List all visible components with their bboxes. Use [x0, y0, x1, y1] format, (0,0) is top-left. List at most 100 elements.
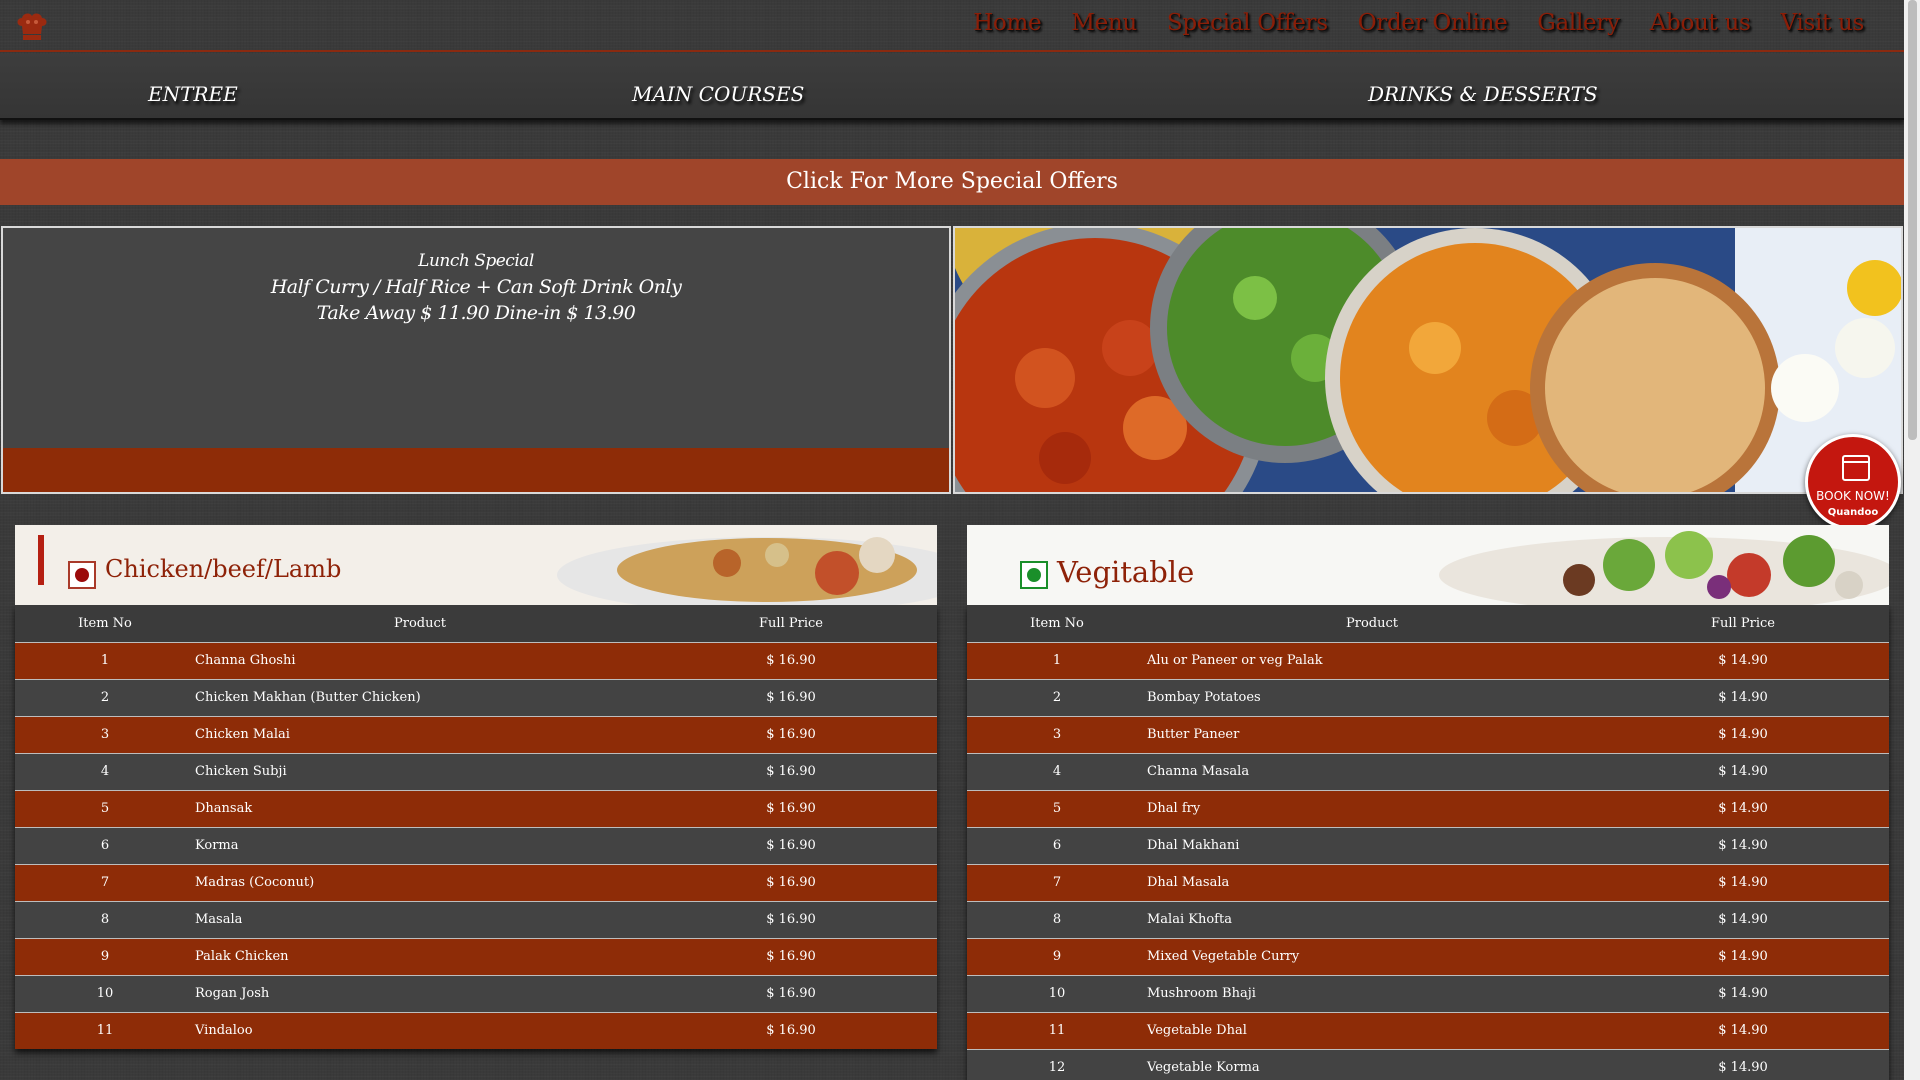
- calendar-icon: [1842, 455, 1870, 481]
- table-row: 12 Vegetable Korma $ 14.90: [967, 1049, 1889, 1080]
- lunch-special-text: Lunch Special Half Curry / Half Rice + C…: [3, 248, 949, 326]
- price-cell: $ 14.90: [1718, 1023, 1768, 1038]
- item-number-cell: 8: [1052, 912, 1062, 927]
- price-cell: $ 16.90: [766, 838, 816, 853]
- product-cell: Chicken Malai: [195, 727, 290, 742]
- price-cell: $ 16.90: [766, 875, 816, 890]
- non-veg-indicator-icon: [68, 561, 96, 589]
- price-cell: $ 16.90: [766, 1023, 816, 1039]
- item-number-cell: 5: [1052, 801, 1062, 816]
- category-drinks-desserts-link[interactable]: DRINKS & DESSERTS: [1368, 82, 1598, 106]
- price-cell: $ 14.90: [1718, 690, 1768, 705]
- price-cell: $ 16.90: [766, 912, 816, 927]
- menu-table-chicken-beef-lamb: Item No Product Full Price 1 Channa Ghosh…: [15, 605, 937, 1049]
- nav-special-offers-link[interactable]: Special Offers: [1167, 10, 1328, 36]
- table-row: 4 Channa Masala $ 14.90: [967, 753, 1889, 790]
- header-full-price: Full Price: [759, 615, 823, 631]
- card-header: Vegitable: [967, 525, 1889, 605]
- price-cell: $ 14.90: [1718, 764, 1768, 779]
- item-number-cell: 4: [1052, 764, 1062, 779]
- table-row: 1 Channa Ghoshi $ 16.90: [15, 642, 937, 679]
- table-row: 11 Vindaloo $ 16.90: [15, 1012, 937, 1049]
- price-cell: $ 14.90: [1718, 875, 1768, 890]
- item-number-cell: 1: [100, 653, 110, 668]
- item-number-cell: 6: [100, 838, 110, 853]
- nav-gallery-link[interactable]: Gallery: [1537, 10, 1620, 36]
- main-nav: Home Menu Special Offers Order Online Ga…: [973, 10, 1864, 36]
- meat-dish-image: [557, 537, 937, 605]
- table-row: 6 Dhal Makhani $ 14.90: [967, 827, 1889, 864]
- nav-menu-link[interactable]: Menu: [1071, 10, 1137, 36]
- item-number-cell: 1: [1052, 653, 1062, 668]
- menu-card-vegitable: Vegitable Item No Product Full Price 1 Al: [967, 525, 1889, 1080]
- scrollbar-thumb[interactable]: [1908, 0, 1917, 440]
- category-main-courses-link[interactable]: MAIN COURSES: [632, 82, 804, 106]
- nav-about-us-link[interactable]: About us: [1650, 10, 1751, 36]
- header-full-price: Full Price: [1711, 615, 1775, 631]
- item-number-cell: 3: [1052, 727, 1062, 742]
- price-cell: $ 14.90: [1718, 838, 1768, 853]
- header-item-no: Item No: [1030, 615, 1084, 631]
- chef-hat-logo-icon[interactable]: [14, 12, 50, 44]
- product-cell: Rogan Josh: [195, 986, 270, 1001]
- table-row: 10 Rogan Josh $ 16.90: [15, 975, 937, 1012]
- table-header-row: Item No Product Full Price: [15, 605, 937, 642]
- page-scrollbar[interactable]: [1904, 0, 1920, 1080]
- price-cell: $ 14.90: [1718, 912, 1768, 927]
- price-cell: $ 16.90: [766, 653, 816, 668]
- price-cell: $ 14.90: [1718, 801, 1768, 816]
- quandoo-brand: Quandoo: [1827, 507, 1879, 518]
- product-cell: Alu or Paneer or veg Palak: [1147, 653, 1323, 668]
- product-cell: Mixed Vegetable Curry: [1147, 949, 1300, 964]
- price-cell: $ 16.90: [766, 690, 816, 705]
- item-number-cell: 2: [1052, 690, 1062, 705]
- book-now-button[interactable]: BOOK NOW! Quandoo: [1805, 434, 1901, 530]
- price-cell: $ 16.90: [766, 949, 816, 964]
- card-title: Chicken/beef/Lamb: [105, 555, 342, 583]
- price-cell: $ 16.90: [766, 727, 816, 742]
- item-number-cell: 10: [96, 986, 114, 1001]
- curry-dishes-illustration: [955, 228, 1901, 492]
- book-now-label: BOOK NOW!: [1816, 489, 1890, 503]
- table-row: 8 Malai Khofta $ 14.90: [967, 901, 1889, 938]
- table-row: 7 Madras (Coconut) $ 16.90: [15, 864, 937, 901]
- product-cell: Malai Khofta: [1147, 912, 1232, 927]
- table-row: 3 Chicken Malai $ 16.90: [15, 716, 937, 753]
- table-row: 9 Mixed Vegetable Curry $ 14.90: [967, 938, 1889, 975]
- table-row: 2 Chicken Makhan (Butter Chicken) $ 16.90: [15, 679, 937, 716]
- product-cell: Vegetable Korma: [1147, 1060, 1260, 1076]
- nav-visit-us-link[interactable]: Visit us: [1781, 10, 1865, 36]
- item-number-cell: 3: [100, 727, 110, 742]
- item-number-cell: 7: [1052, 875, 1062, 890]
- nav-home-link[interactable]: Home: [973, 10, 1041, 36]
- item-number-cell: 2: [100, 690, 110, 705]
- table-row: 7 Dhal Masala $ 14.90: [967, 864, 1889, 901]
- price-cell: $ 14.90: [1718, 653, 1768, 668]
- item-number-cell: 9: [1052, 949, 1062, 964]
- item-number-cell: 4: [100, 764, 110, 779]
- product-cell: Butter Paneer: [1147, 727, 1240, 742]
- nav-order-online-link[interactable]: Order Online: [1358, 10, 1508, 36]
- product-cell: Channa Ghoshi: [195, 653, 296, 668]
- product-cell: Madras (Coconut): [195, 875, 315, 890]
- product-cell: Dhal Makhani: [1147, 838, 1240, 853]
- item-number-cell: 8: [100, 912, 110, 927]
- special-offers-button[interactable]: Click For More Special Offers: [0, 159, 1904, 205]
- menu-card-chicken-beef-lamb: Chicken/beef/Lamb Item No Product Full P…: [15, 525, 937, 1049]
- product-cell: Korma: [195, 838, 239, 853]
- product-cell: Dhansak: [195, 801, 253, 816]
- product-cell: Masala: [195, 912, 243, 927]
- header-item-no: Item No: [78, 615, 132, 631]
- table-row: 5 Dhal fry $ 14.90: [967, 790, 1889, 827]
- table-row: 4 Chicken Subji $ 16.90: [15, 753, 937, 790]
- price-cell: $ 16.90: [766, 764, 816, 779]
- salad-dish-image: [1439, 531, 1889, 605]
- product-cell: Dhal Masala: [1147, 875, 1230, 890]
- card-title: Vegitable: [1057, 555, 1195, 589]
- promo-title: Lunch Special: [418, 251, 534, 271]
- item-number-cell: 6: [1052, 838, 1062, 853]
- table-row: 2 Bombay Potatoes $ 14.90: [967, 679, 1889, 716]
- category-entree-link[interactable]: ENTREE: [148, 82, 238, 106]
- table-row: 10 Mushroom Bhaji $ 14.90: [967, 975, 1889, 1012]
- product-cell: Dhal fry: [1147, 801, 1201, 816]
